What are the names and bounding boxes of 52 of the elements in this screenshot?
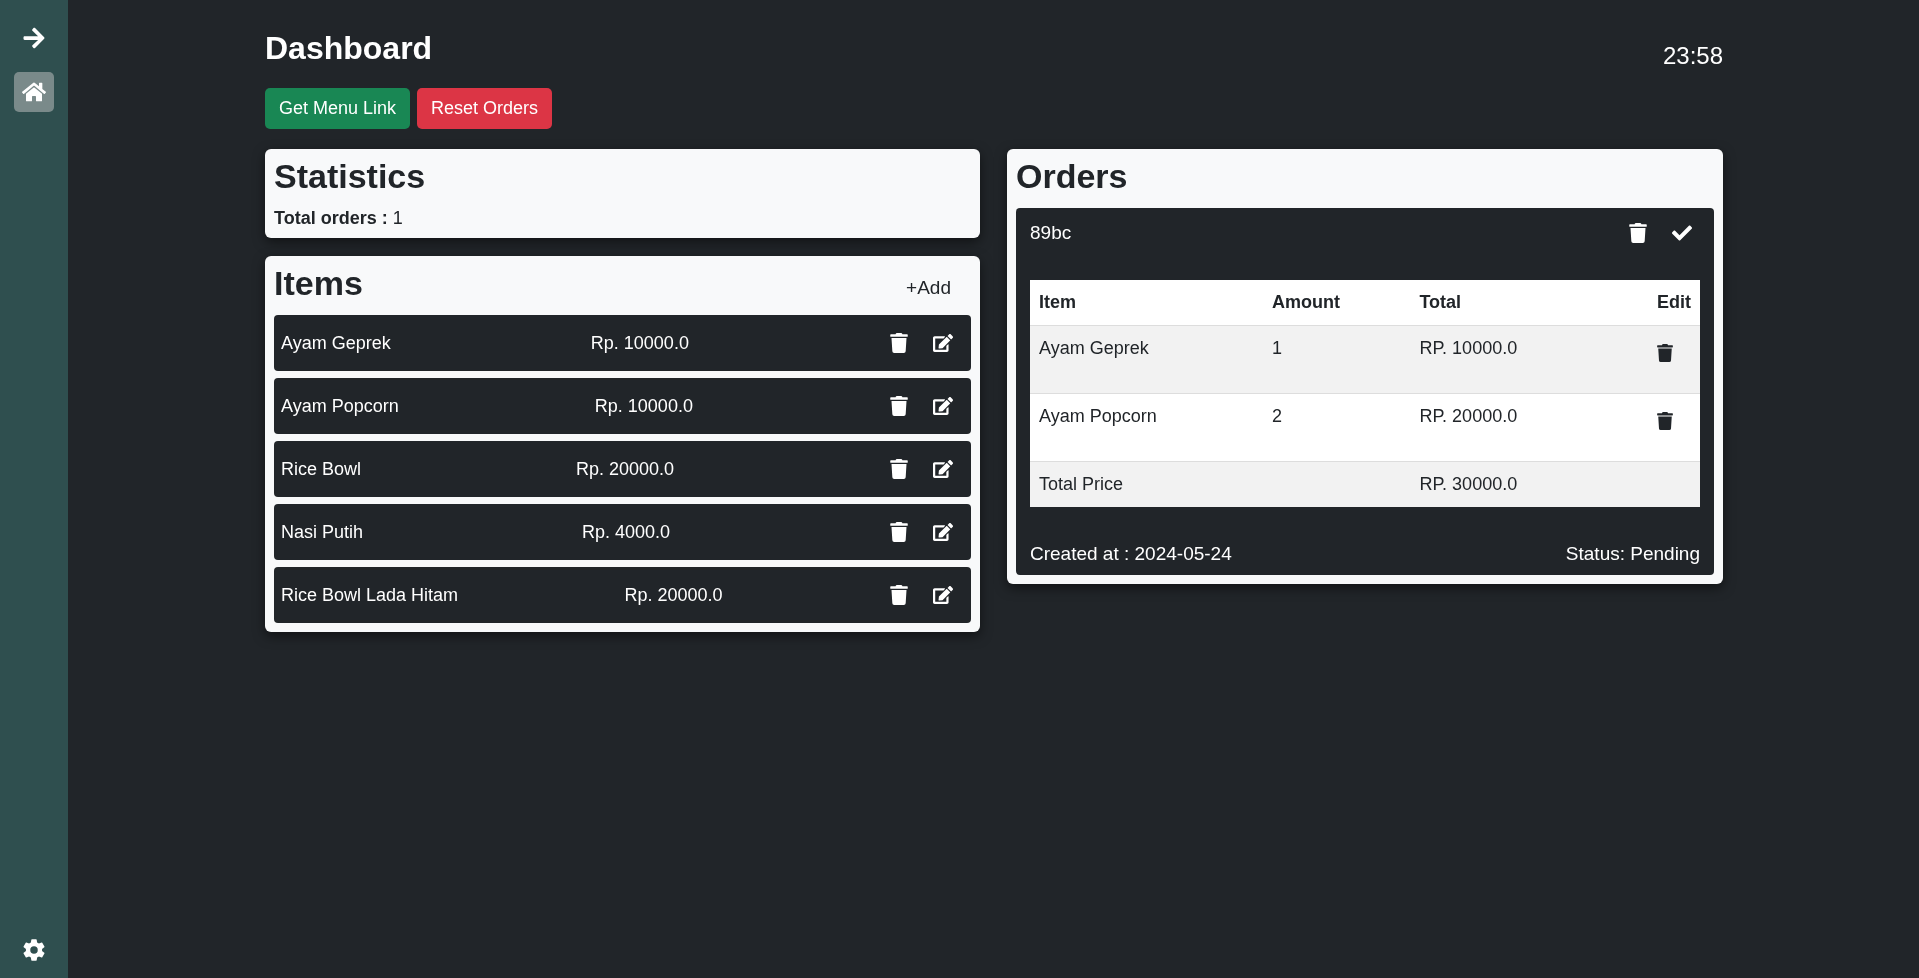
- order-code: 89bc: [1030, 222, 1072, 244]
- total-orders-text: Total orders : 1: [274, 208, 404, 229]
- item-price: Rp. 20000.0: [575, 458, 675, 480]
- edit-icon[interactable]: [933, 396, 953, 416]
- table-cell: RP. 10000.0: [1410, 325, 1610, 394]
- item-price: Rp. 10000.0: [594, 395, 693, 417]
- delete-icon[interactable]: [1628, 223, 1648, 243]
- menu-link-button[interactable]: Get Menu Link: [265, 88, 411, 129]
- item-price: Rp. 20000.0: [624, 584, 723, 606]
- item-name: Rice Bowl: [281, 458, 362, 480]
- table-cell: 2: [1262, 393, 1411, 462]
- item-name: Ayam Popcorn: [281, 395, 399, 417]
- table-cell: Ayam Popcorn: [1030, 393, 1263, 462]
- item-name: Nasi Putih: [281, 521, 364, 543]
- delete-icon[interactable]: [889, 585, 909, 605]
- card-title: Statistics: [274, 157, 427, 196]
- table-cell: RP. 20000.0: [1410, 393, 1610, 462]
- edit-icon[interactable]: [933, 522, 953, 542]
- home-nav-button[interactable]: [14, 72, 54, 112]
- reset-button[interactable]: Reset Orders: [417, 88, 553, 129]
- delete-icon[interactable]: [889, 396, 909, 416]
- home-icon: [22, 80, 46, 104]
- column-header: Edit: [1609, 280, 1700, 326]
- arrow-icon: [22, 26, 46, 50]
- table-cell: RP. 30000.0: [1410, 461, 1610, 507]
- column-header: Item: [1030, 280, 1263, 326]
- edit-icon[interactable]: [933, 585, 953, 605]
- table-cell: Ayam Geprek: [1030, 325, 1263, 394]
- settings-icon[interactable]: [22, 938, 46, 962]
- column-header: Amount: [1262, 280, 1411, 326]
- item-price: Rp. 4000.0: [582, 521, 671, 543]
- item-price: Rp. 10000.0: [590, 332, 689, 354]
- check-icon[interactable]: [1672, 223, 1692, 243]
- order-status: Status: Pending: [1565, 543, 1700, 565]
- table-cell: Total Price: [1030, 461, 1263, 507]
- card-title: Items: [274, 264, 363, 303]
- delete-icon[interactable]: [1656, 344, 1674, 362]
- delete-icon[interactable]: [1656, 412, 1674, 430]
- item-name: Ayam Geprek: [281, 332, 391, 354]
- clock: 23:58: [1662, 42, 1723, 70]
- column-header: Total: [1410, 280, 1610, 326]
- page-title: Dashboard: [265, 30, 433, 67]
- item-name: Rice Bowl Lada Hitam: [281, 584, 459, 606]
- table-cell: 1: [1262, 325, 1411, 394]
- edit-icon[interactable]: [933, 333, 953, 353]
- edit-icon[interactable]: [933, 459, 953, 479]
- card-title: Orders: [1016, 157, 1129, 196]
- delete-icon[interactable]: [889, 459, 909, 479]
- add-button[interactable]: +Add: [900, 275, 957, 300]
- delete-icon[interactable]: [889, 522, 909, 542]
- created-date: Created at : 2024-05-24: [1030, 543, 1232, 565]
- delete-icon[interactable]: [889, 333, 909, 353]
